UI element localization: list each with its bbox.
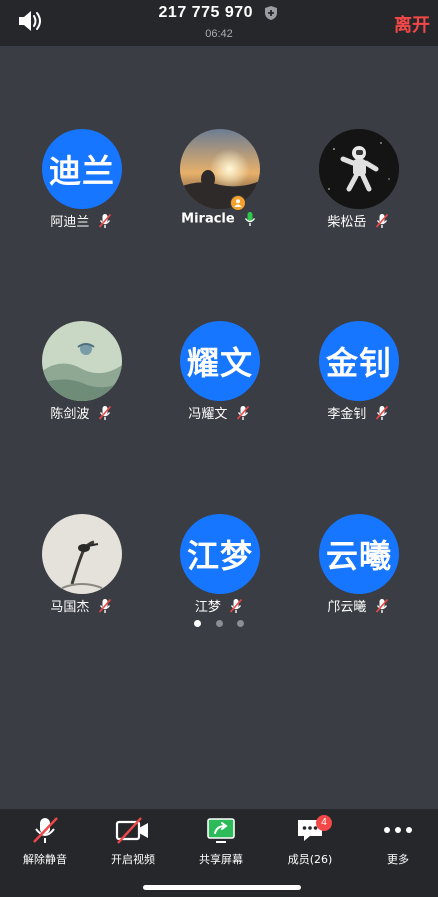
members-label: 成员(26) xyxy=(287,853,333,866)
participant-tile[interactable]: 柴松岳 xyxy=(285,129,431,249)
participant-tile[interactable]: 迪兰 阿迪兰 xyxy=(8,129,154,249)
members-badge: 4 xyxy=(316,815,332,831)
participant-name-row: 李金钊 xyxy=(285,403,431,422)
mic-muted-icon xyxy=(375,213,388,228)
mic-muted-icon xyxy=(33,817,58,843)
share-screen-button[interactable]: 共享屏幕 xyxy=(177,815,265,875)
participant-name-row: 邝云曦 xyxy=(285,596,431,615)
avatar-initials: 迪兰 xyxy=(48,152,115,190)
participant-name: 李金钊 xyxy=(327,407,367,422)
host-badge-icon xyxy=(230,195,246,211)
avatar-initials: 江梦 xyxy=(186,537,253,575)
page-dot[interactable] xyxy=(215,620,223,627)
participant-name: Miracle xyxy=(181,211,235,227)
mic-muted-icon xyxy=(98,598,111,613)
avatar-photo-landscape xyxy=(42,321,122,401)
participant-grid: 迪兰 阿迪兰 Miracle 柴松岳 陈剑波 耀文 冯耀文 金钊 李金钊 马国杰… xyxy=(0,46,438,809)
avatar: 江梦 xyxy=(180,514,260,594)
participant-name: 马国杰 xyxy=(50,600,90,615)
participant-name: 柴松岳 xyxy=(327,215,367,230)
avatar-initials: 金钊 xyxy=(325,344,392,382)
more-icon xyxy=(384,827,412,833)
more-label: 更多 xyxy=(387,853,409,866)
participant-tile[interactable]: 耀文 冯耀文 xyxy=(146,321,292,441)
bottom-toolbar: 解除静音 开启视频 共享屏幕 4 成员(26) 更多 xyxy=(0,809,438,897)
mic-muted-icon xyxy=(98,405,111,420)
participant-name-row: 阿迪兰 xyxy=(8,211,154,230)
start-video-label: 开启视频 xyxy=(111,853,155,866)
avatar-initials: 云曦 xyxy=(325,537,392,575)
mic-muted-icon xyxy=(229,598,243,613)
more-button[interactable]: 更多 xyxy=(354,815,438,875)
participant-name: 陈剑波 xyxy=(50,407,90,422)
share-screen-icon xyxy=(207,818,235,843)
participant-tile[interactable]: 陈剑波 xyxy=(8,321,154,441)
participant-name-row: Miracle xyxy=(146,211,292,227)
avatar: 耀文 xyxy=(180,321,260,401)
page-dot[interactable] xyxy=(236,620,244,627)
participant-tile[interactable]: 金钊 李金钊 xyxy=(285,321,431,441)
meeting-id-row[interactable]: 217 775 970 xyxy=(0,4,438,22)
participant-name-row: 马国杰 xyxy=(8,596,154,615)
mic-muted-icon xyxy=(236,405,249,420)
mic-muted-icon xyxy=(375,405,388,420)
avatar: 金钊 xyxy=(319,321,399,401)
avatar-initials: 耀文 xyxy=(186,344,253,382)
avatar-photo-sunset xyxy=(180,129,260,209)
participant-name: 邝云曦 xyxy=(327,600,367,615)
home-indicator[interactable] xyxy=(143,885,301,890)
avatar-photo-ink-bird xyxy=(42,514,122,594)
avatar-photo-astronaut xyxy=(319,129,399,209)
mic-muted-icon xyxy=(375,598,388,613)
shield-icon[interactable] xyxy=(263,5,279,21)
leave-button[interactable]: 离开 xyxy=(394,11,430,37)
unmute-label: 解除静音 xyxy=(23,853,67,866)
mic-active-icon xyxy=(244,212,255,226)
avatar: 迪兰 xyxy=(42,129,122,209)
mic-muted-icon xyxy=(98,213,111,228)
meeting-id[interactable]: 217 775 970 xyxy=(159,4,253,22)
avatar xyxy=(42,514,122,594)
avatar: 云曦 xyxy=(319,514,399,594)
page-indicator xyxy=(0,614,438,632)
unmute-button[interactable]: 解除静音 xyxy=(1,815,89,875)
avatar xyxy=(319,129,399,209)
participant-name: 冯耀文 xyxy=(188,407,228,422)
video-off-icon xyxy=(115,817,148,844)
participant-name-row: 江梦 xyxy=(146,596,292,615)
start-video-button[interactable]: 开启视频 xyxy=(89,815,177,875)
members-button[interactable]: 4 成员(26) xyxy=(266,815,354,875)
participant-name: 江梦 xyxy=(194,600,221,615)
avatar xyxy=(180,129,260,209)
meeting-timer: 06:42 xyxy=(205,28,233,40)
participant-name-row: 柴松岳 xyxy=(285,211,431,230)
participant-name-row: 冯耀文 xyxy=(146,403,292,422)
participant-name: 阿迪兰 xyxy=(50,215,90,230)
avatar xyxy=(42,321,122,401)
page-dot-active[interactable] xyxy=(194,620,202,627)
participant-tile[interactable]: Miracle xyxy=(146,129,292,249)
participant-name-row: 陈剑波 xyxy=(8,403,154,422)
top-bar: 217 775 970 06:42 离开 xyxy=(0,0,438,46)
share-screen-label: 共享屏幕 xyxy=(199,853,243,866)
